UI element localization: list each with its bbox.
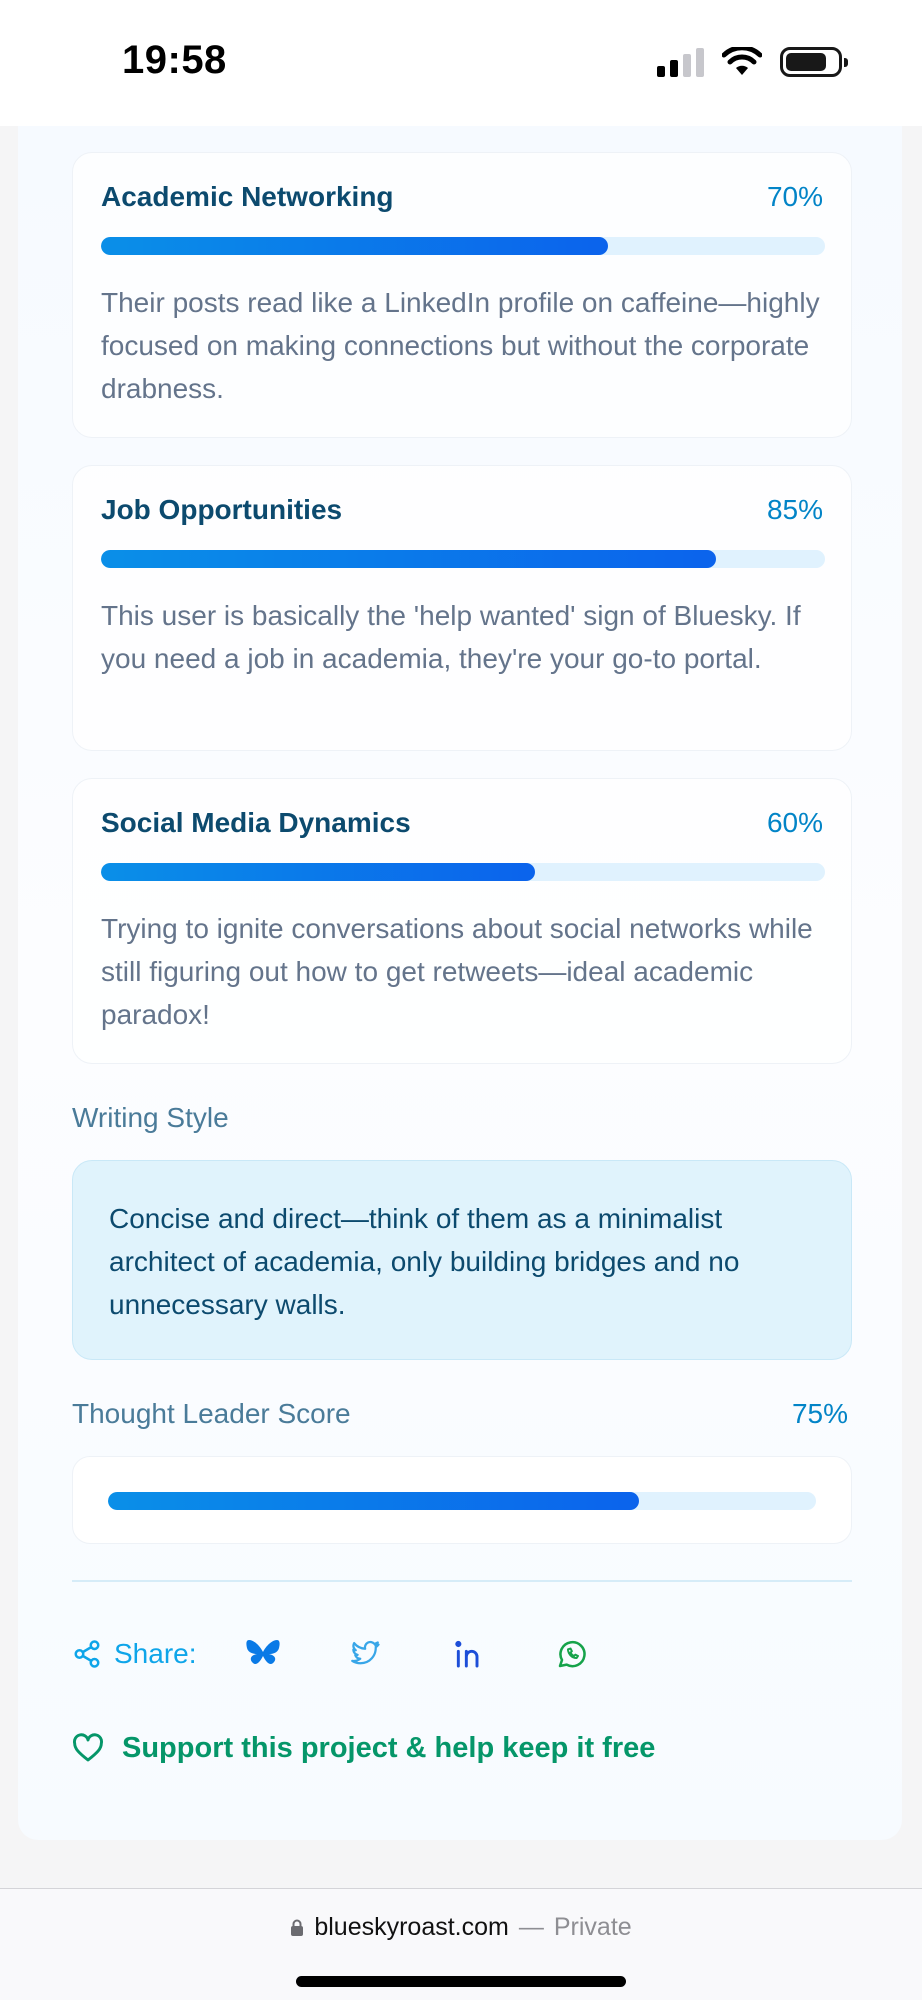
twitter-icon [351, 1640, 380, 1665]
section-card-academic-networking: Academic Networking 70% Their posts read… [72, 152, 852, 438]
thought-leader-card [72, 1456, 852, 1544]
share-bluesky-button[interactable] [243, 1634, 283, 1674]
url-domain: blueskyroast.com [314, 1913, 509, 1941]
support-label: Support this project & help keep it free [122, 1731, 656, 1764]
section-card-job-opportunities: Job Opportunities 85% This user is basic… [72, 465, 852, 751]
section-percent: 85% [766, 494, 823, 525]
share-row: Share: [72, 1634, 197, 1674]
progress-fill [101, 863, 536, 881]
share-linkedin-button[interactable] [449, 1634, 489, 1674]
linkedin-icon [455, 1640, 479, 1668]
share-twitter-button[interactable] [346, 1634, 386, 1674]
section-description: Their posts read like a LinkedIn profile… [101, 287, 820, 404]
share-label: Share: [114, 1638, 197, 1669]
heart-icon [73, 1733, 103, 1762]
wifi-icon [722, 47, 762, 75]
section-title: Social Media Dynamics [101, 807, 411, 838]
thought-leader-heading: Thought Leader Score [72, 1398, 351, 1429]
progress-track [101, 237, 825, 255]
lock-icon [291, 1919, 304, 1936]
battery-icon [780, 47, 848, 77]
section-description: Trying to ignite conversations about soc… [101, 913, 813, 1030]
share-whatsapp-button[interactable] [552, 1634, 592, 1674]
progress-track [101, 863, 825, 881]
url-separator: — [518, 1913, 544, 1941]
status-time: 19:58 [122, 38, 227, 82]
progress-track [101, 550, 825, 568]
writing-style-heading: Writing Style [72, 1102, 229, 1133]
cellular-signal-icon [657, 47, 704, 77]
url-privacy: Private [553, 1913, 632, 1941]
progress-fill [101, 550, 717, 568]
section-description: This user is basically the 'help wanted'… [101, 600, 801, 674]
whatsapp-icon [558, 1640, 586, 1668]
thought-leader-percent: 75% [791, 1398, 848, 1429]
writing-style-box: Concise and direct—think of them as a mi… [72, 1160, 852, 1360]
url-display: blueskyroast.com — Private [0, 1913, 922, 1942]
share-icon [74, 1640, 100, 1668]
status-bar: 19:58 [0, 0, 922, 126]
section-title: Academic Networking [101, 181, 394, 212]
section-percent: 70% [766, 181, 823, 212]
section-card-social-media-dynamics: Social Media Dynamics 60% Trying to igni… [72, 778, 852, 1064]
status-icons [657, 44, 848, 80]
roast-results-card: Academic Networking 70% Their posts read… [18, 126, 902, 1840]
divider [72, 1580, 852, 1582]
progress-fill [101, 237, 608, 255]
support-link[interactable]: Support this project & help keep it free [72, 1728, 655, 1768]
bluesky-icon [246, 1640, 280, 1664]
home-indicator [296, 1976, 626, 1987]
section-title: Job Opportunities [101, 494, 343, 525]
section-percent: 60% [766, 807, 823, 838]
writing-style-text: Concise and direct—think of them as a mi… [109, 1203, 740, 1320]
progress-track [108, 1492, 816, 1510]
progress-fill [108, 1492, 639, 1510]
